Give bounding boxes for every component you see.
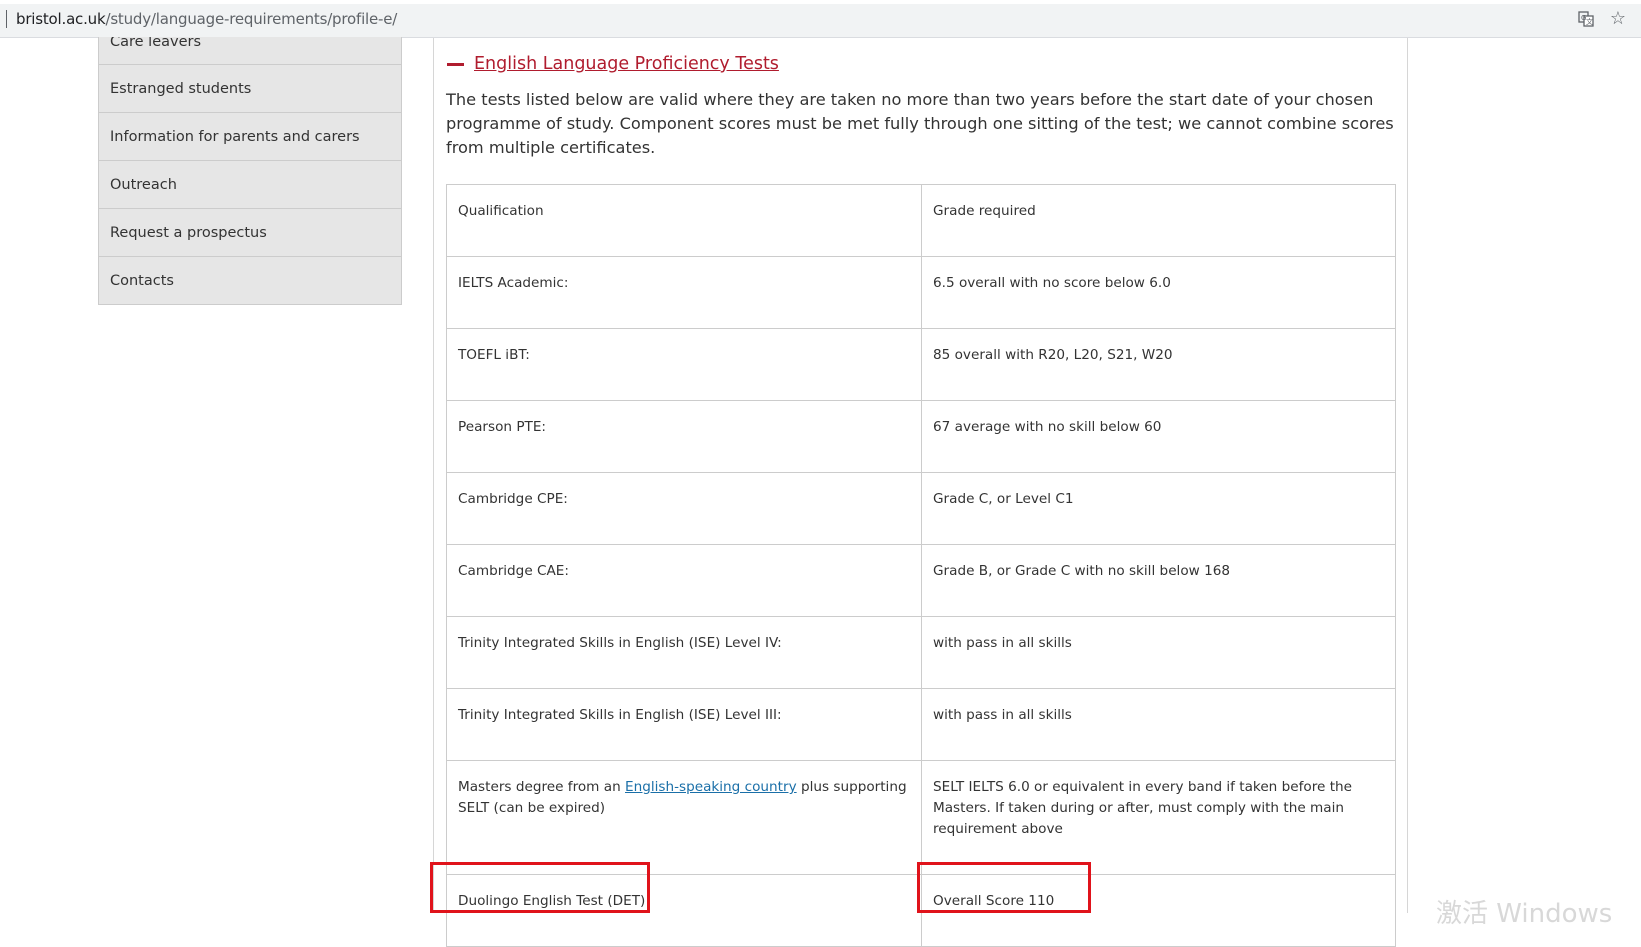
table-row: IELTS Academic: 6.5 overall with no scor… [446, 256, 1396, 329]
qualification-cell: TOEFL iBT: [446, 328, 922, 401]
header-grade: Grade required [921, 184, 1396, 257]
grade-cell: 6.5 overall with no score below 6.0 [921, 256, 1396, 329]
url-path: /study/language-requirements/profile-e/ [105, 10, 398, 28]
grade-cell: SELT IELTS 6.0 or equivalent in every ba… [921, 760, 1396, 875]
highlight-box-duolingo [430, 862, 650, 913]
section-title-link[interactable]: English Language Proficiency Tests [474, 52, 779, 76]
svg-text:文: 文 [1586, 17, 1593, 26]
sidebar-item-estranged-students[interactable]: Estranged students [99, 64, 401, 112]
star-icon[interactable]: ☆ [1609, 9, 1627, 27]
grade-cell: Grade C, or Level C1 [921, 472, 1396, 545]
url-field[interactable]: bristol.ac.uk/study/language-requirement… [16, 9, 397, 29]
sidebar-item-outreach[interactable]: Outreach [99, 160, 401, 208]
intro-paragraph: The tests listed below are valid where t… [446, 90, 1394, 157]
grade-cell: with pass in all skills [921, 616, 1396, 689]
sidebar-item-contacts[interactable]: Contacts [99, 256, 401, 304]
grade-cell: 67 average with no skill below 60 [921, 400, 1396, 473]
requirements-table: Qualification Grade required IELTS Acade… [446, 184, 1396, 947]
table-row: TOEFL iBT: 85 overall with R20, L20, S21… [446, 328, 1396, 401]
windows-activation-watermark: 激活 Windows [1436, 899, 1613, 929]
sidebar-item-request-prospectus[interactable]: Request a prospectus [99, 208, 401, 256]
grade-cell: Grade B, or Grade C with no skill below … [921, 544, 1396, 617]
tab-strip-edge [0, 0, 1641, 4]
grade-cell: with pass in all skills [921, 688, 1396, 761]
table-row: Cambridge CPE: Grade C, or Level C1 [446, 472, 1396, 545]
english-speaking-country-link[interactable]: English-speaking country [625, 779, 797, 795]
highlight-box-overall-score [917, 862, 1091, 913]
table-row: Trinity Integrated Skills in English (IS… [446, 688, 1396, 761]
sidebar-item-parents-carers[interactable]: Information for parents and carers [99, 112, 401, 160]
masters-text-pre: Masters degree from an [458, 779, 626, 795]
table-row: Cambridge CAE: Grade B, or Grade C with … [446, 544, 1396, 617]
table-header-row: Qualification Grade required [446, 184, 1396, 257]
browser-address-bar: bristol.ac.uk/study/language-requirement… [0, 0, 1641, 38]
qualification-cell: IELTS Academic: [446, 256, 922, 329]
header-qualification: Qualification [446, 184, 922, 257]
sidebar-item-care-leavers[interactable]: Care leavers [99, 37, 401, 64]
qualification-cell: Cambridge CAE: [446, 544, 922, 617]
translate-icon[interactable]: G 文 [1578, 11, 1594, 27]
sidebar-nav: Care leavers Estranged students Informat… [98, 37, 402, 305]
qualification-cell: Trinity Integrated Skills in English (IS… [446, 688, 922, 761]
grade-cell: 85 overall with R20, L20, S21, W20 [921, 328, 1396, 401]
qualification-cell: Cambridge CPE: [446, 472, 922, 545]
content-panel: English Language Proficiency Tests The t… [433, 38, 1408, 947]
collapse-dash-icon[interactable] [447, 63, 464, 66]
table-row: Pearson PTE: 67 average with no skill be… [446, 400, 1396, 473]
qualification-cell: Trinity Integrated Skills in English (IS… [446, 616, 922, 689]
qualification-cell: Pearson PTE: [446, 400, 922, 473]
table-row: Trinity Integrated Skills in English (IS… [446, 616, 1396, 689]
table-row-masters: Masters degree from an English-speaking … [446, 760, 1396, 875]
qualification-cell: Masters degree from an English-speaking … [446, 760, 922, 875]
text-cursor [6, 10, 7, 28]
url-host: bristol.ac.uk [16, 10, 106, 28]
